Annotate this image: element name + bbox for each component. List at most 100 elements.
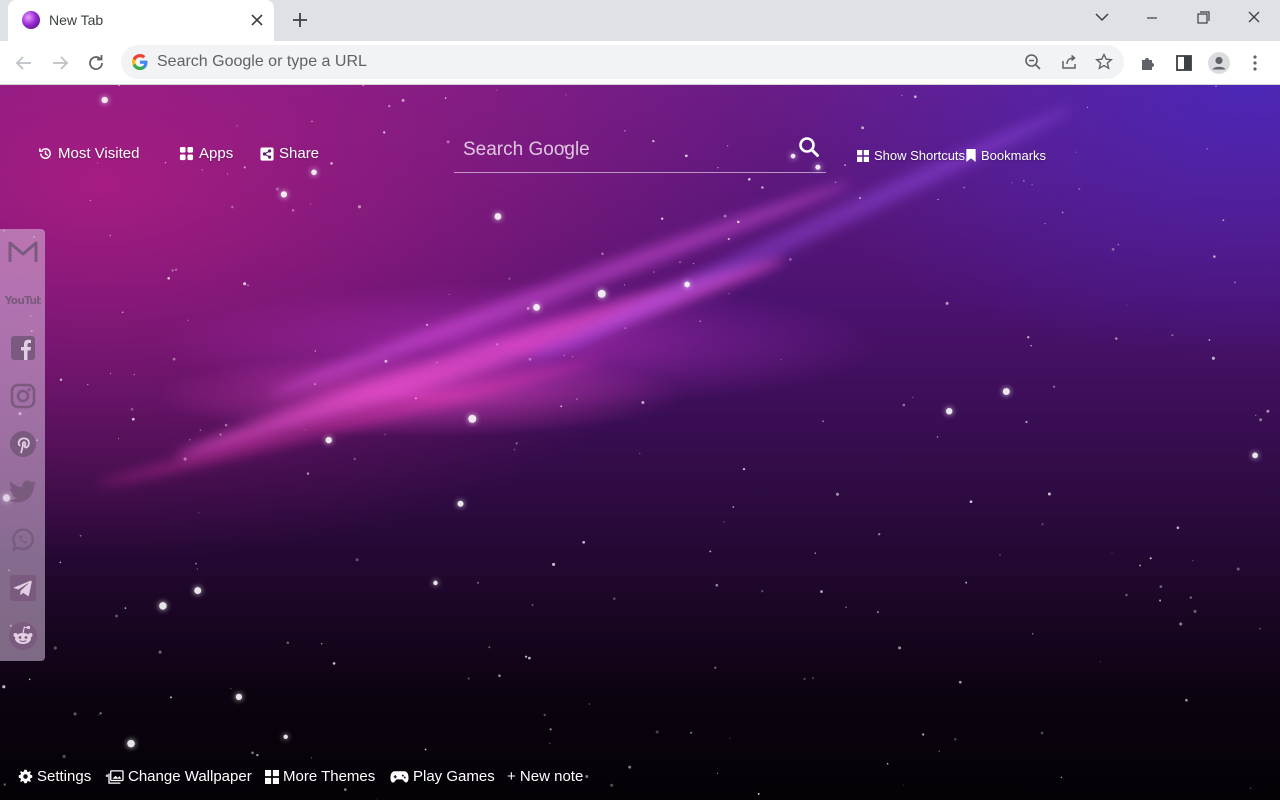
- new-tab-page: Most Visited Apps Share Show Shortcuts: [0, 85, 1280, 800]
- tab-search-chevron-icon[interactable]: [1089, 8, 1115, 28]
- star: [911, 396, 914, 399]
- star: [1111, 247, 1115, 251]
- reload-icon[interactable]: [84, 51, 108, 75]
- close-window-button[interactable]: [1241, 8, 1267, 28]
- star: [714, 666, 717, 669]
- star: [130, 407, 134, 411]
- star: [937, 198, 939, 201]
- star: [124, 607, 127, 609]
- star: [376, 798, 378, 800]
- star: [1027, 336, 1030, 339]
- tab-strip: New Tab: [0, 0, 1280, 41]
- star: [159, 602, 167, 610]
- star: [531, 603, 534, 606]
- sidebar-item-gmail[interactable]: [4, 235, 41, 269]
- sidebar-item-reddit[interactable]: [4, 619, 41, 653]
- star: [715, 583, 719, 587]
- star: [938, 750, 940, 752]
- star: [199, 429, 202, 432]
- star: [902, 403, 906, 407]
- star: [1259, 418, 1263, 422]
- kebab-menu-icon[interactable]: [1243, 51, 1267, 75]
- star: [448, 293, 450, 296]
- star: [660, 217, 664, 220]
- new-note-link[interactable]: + New note: [507, 768, 583, 785]
- sidebar-item-whatsapp[interactable]: [4, 523, 41, 557]
- star: [286, 641, 290, 645]
- apps-link[interactable]: Apps: [179, 145, 233, 162]
- sidebar-item-twitter[interactable]: [4, 475, 41, 509]
- restore-button[interactable]: [1190, 8, 1216, 28]
- star: [946, 408, 953, 415]
- star: [845, 606, 847, 608]
- bookmarks-link[interactable]: Bookmarks: [966, 148, 1046, 163]
- share-link[interactable]: Share: [260, 145, 319, 162]
- star: [1149, 557, 1152, 560]
- star: [1126, 304, 1128, 306]
- star: [612, 597, 616, 601]
- star: [1052, 385, 1056, 388]
- star: [1255, 414, 1257, 416]
- omnibox-input[interactable]: [157, 45, 997, 79]
- star: [195, 562, 197, 565]
- zoom-out-icon[interactable]: [1023, 52, 1043, 72]
- star: [1259, 627, 1261, 630]
- star: [247, 284, 249, 286]
- star: [1249, 787, 1252, 790]
- star: [1002, 388, 1010, 396]
- star: [496, 89, 498, 91]
- search-box[interactable]: [454, 129, 826, 173]
- star: [188, 438, 191, 441]
- show-shortcuts-link[interactable]: Show Shortcuts: [857, 148, 965, 163]
- show-shortcuts-label: Show Shortcuts: [874, 148, 966, 163]
- more-themes-link[interactable]: More Themes: [265, 768, 375, 785]
- star: [549, 742, 551, 744]
- minimize-button[interactable]: [1139, 8, 1165, 28]
- star: [653, 271, 655, 273]
- bookmark-star-icon[interactable]: [1094, 52, 1114, 72]
- sidebar-item-youtube[interactable]: YouTube: [4, 283, 41, 317]
- most-visited-link[interactable]: Most Visited: [38, 145, 139, 162]
- star: [320, 642, 323, 645]
- star: [820, 590, 823, 593]
- sidebar-item-facebook[interactable]: [4, 331, 41, 365]
- star: [732, 506, 735, 508]
- star: [913, 95, 917, 99]
- star: [53, 646, 57, 650]
- star: [729, 737, 731, 739]
- back-arrow-icon[interactable]: [12, 51, 36, 75]
- profile-avatar-icon[interactable]: [1207, 51, 1231, 75]
- star: [803, 677, 806, 681]
- extensions-puzzle-icon[interactable]: [1137, 51, 1161, 75]
- omnibox[interactable]: [121, 45, 1124, 79]
- tab-new-tab[interactable]: New Tab: [8, 0, 274, 41]
- star: [508, 277, 511, 280]
- play-games-link[interactable]: Play Games: [390, 768, 495, 785]
- star: [158, 650, 162, 654]
- wallpaper-streak: [96, 352, 604, 492]
- star: [89, 199, 91, 202]
- star: [1041, 523, 1044, 526]
- sidebar-item-instagram[interactable]: [4, 379, 41, 413]
- change-wallpaper-link[interactable]: Change Wallpaper: [108, 768, 252, 785]
- youtube-label: YouTube: [4, 295, 41, 307]
- windows-grid-icon: [265, 769, 279, 784]
- search-input[interactable]: [463, 133, 783, 167]
- star: [543, 713, 546, 717]
- forward-arrow-icon[interactable]: [48, 51, 72, 75]
- close-icon[interactable]: [248, 11, 266, 29]
- star: [109, 372, 112, 375]
- bookmarks-label: Bookmarks: [981, 148, 1047, 163]
- history-icon: [39, 148, 51, 159]
- star: [958, 680, 962, 684]
- sidebar-item-pinterest[interactable]: [4, 427, 41, 461]
- star: [641, 401, 645, 404]
- side-panel-icon[interactable]: [1172, 51, 1196, 75]
- search-icon[interactable]: [797, 135, 821, 159]
- pinterest-icon: [9, 431, 36, 457]
- share-icon[interactable]: [1059, 52, 1079, 72]
- sidebar-item-telegram[interactable]: [4, 571, 41, 605]
- star: [757, 792, 760, 795]
- new-tab-button[interactable]: [288, 8, 312, 32]
- settings-link[interactable]: Settings: [18, 768, 91, 785]
